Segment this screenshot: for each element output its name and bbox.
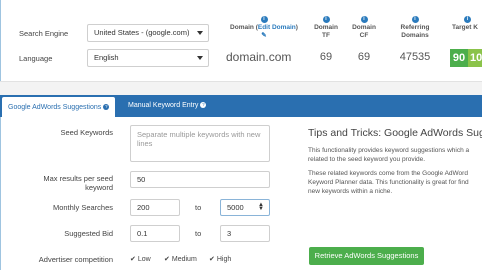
settings-panel: Search Engine United States - (google.co…	[0, 0, 482, 82]
language-select[interactable]: English	[87, 49, 209, 67]
to-label: to	[195, 203, 202, 212]
edit-pencil-icon[interactable]: ✎	[261, 32, 266, 39]
monthly-searches-max-input[interactable]: 5000 ▲ ▼	[220, 199, 270, 216]
competition-low-label: Low	[137, 256, 151, 263]
help-icon: ?	[200, 102, 207, 109]
language-label: Language	[19, 54, 53, 63]
domain-tf-value: 69	[319, 51, 333, 63]
domain-tf-header: i Domain TF	[309, 16, 343, 40]
retrieve-adwords-suggestions-button[interactable]: Retrieve AdWords Suggestions	[309, 247, 424, 265]
domain-tf-header-line1: Domain	[314, 24, 338, 31]
checkmark-icon: ✔	[164, 256, 170, 263]
tips-p2-line3: new keywords within a niche.	[308, 188, 393, 195]
domain-cf-header: i Domain CF	[347, 16, 381, 40]
language-value: English	[94, 53, 119, 62]
chevron-down-icon	[197, 31, 203, 35]
competition-high-label: High	[216, 256, 232, 263]
panel-edge	[0, 0, 1, 81]
max-results-label: Max results per seed keyword	[21, 174, 113, 192]
referring-header-line1: Referring	[400, 24, 430, 31]
search-engine-value: United States - (google.com)	[94, 28, 190, 37]
search-engine-label: Search Engine	[19, 29, 69, 38]
target-header-text: Target K	[452, 24, 478, 31]
bid-max-input[interactable]: 3	[220, 225, 270, 242]
domain-column-header: i Domain (Edit Domain) ✎	[224, 16, 304, 40]
domain-cf-header-line2: CF	[359, 32, 369, 39]
bid-min-input[interactable]: 0.1	[130, 225, 180, 242]
domain-header-prefix: Domain (	[230, 24, 258, 31]
search-engine-select[interactable]: United States - (google.com)	[87, 24, 209, 42]
checkmark-icon: ✔	[130, 256, 136, 263]
suggested-bid-label: Suggested Bid	[64, 229, 113, 238]
info-icon: i	[322, 16, 330, 23]
info-icon: i	[260, 16, 268, 23]
advertiser-competition-label: Advertiser competition	[38, 255, 113, 264]
seed-keywords-input[interactable]: Separate multiple keywords with new line…	[130, 125, 270, 162]
referring-domains-header: i Referring Domains	[393, 16, 437, 40]
tab-manual-keyword[interactable]: Manual Keyword Entry ?	[122, 95, 212, 117]
chevron-down-icon	[197, 56, 203, 60]
help-icon: ?	[103, 104, 110, 111]
checkmark-icon: ✔	[209, 256, 215, 263]
tab-google-adwords[interactable]: Google AdWords Suggestions ?	[2, 97, 116, 117]
seed-keywords-label: Seed Keywords	[60, 128, 113, 137]
tips-title: Tips and Tricks: Google AdWords Sugges	[308, 127, 482, 139]
referring-header-line2: Domains	[401, 32, 429, 39]
competition-low-checkbox[interactable]: ✔ Low	[130, 255, 151, 263]
max-results-input[interactable]: 50	[130, 171, 270, 188]
tips-p2-line1: These related keywords come from the Goo…	[308, 170, 468, 177]
domain-header-suffix: )	[295, 24, 298, 31]
tab-manual-keyword-label: Manual Keyword Entry	[128, 102, 199, 109]
tips-p2-line2: Keyword Planner data. This functionality…	[308, 179, 469, 186]
adwords-form-panel: Seed Keywords Separate multiple keywords…	[0, 117, 482, 270]
tab-google-adwords-label: Google AdWords Suggestions	[8, 104, 102, 111]
tips-paragraph-2: These related keywords come from the Goo…	[308, 169, 469, 196]
domain-tf-header-line2: TF	[322, 32, 330, 39]
monthly-searches-min-input[interactable]: 200	[130, 199, 180, 216]
tab-bar: Google AdWords Suggestions ? Manual Keyw…	[0, 95, 482, 117]
stepper-icon[interactable]: ▲ ▼	[258, 202, 264, 212]
competition-medium-label: Medium	[171, 256, 197, 263]
monthly-searches-max-value: 5000	[227, 203, 244, 212]
tips-p1-line2: related to the seed keyword you provide.	[308, 156, 426, 163]
target-keyword-header: i Target K	[452, 16, 482, 32]
max-results-label-line1: Max results per seed	[43, 174, 113, 183]
to-label: to	[195, 229, 202, 238]
score-badge-green: 90	[450, 49, 468, 67]
monthly-searches-label: Monthly Searches	[52, 203, 113, 212]
tips-p1-line1: This functionality provides keyword sugg…	[308, 147, 470, 154]
info-icon: i	[360, 16, 368, 23]
referring-domains-value: 47535	[399, 51, 431, 63]
tips-paragraph-1: This functionality provides keyword sugg…	[308, 146, 469, 164]
competition-medium-checkbox[interactable]: ✔ Medium	[164, 255, 197, 263]
info-icon: i	[464, 16, 471, 23]
competition-high-checkbox[interactable]: ✔ High	[209, 255, 231, 263]
score-badge-light: 10	[468, 49, 482, 67]
info-icon: i	[411, 16, 419, 23]
max-results-label-line2: keyword	[85, 183, 113, 192]
edit-domain-link[interactable]: Edit Domain	[258, 24, 296, 31]
domain-cf-header-line1: Domain	[352, 24, 376, 31]
domain-value: domain.com	[226, 50, 292, 64]
domain-cf-value: 69	[357, 51, 371, 63]
